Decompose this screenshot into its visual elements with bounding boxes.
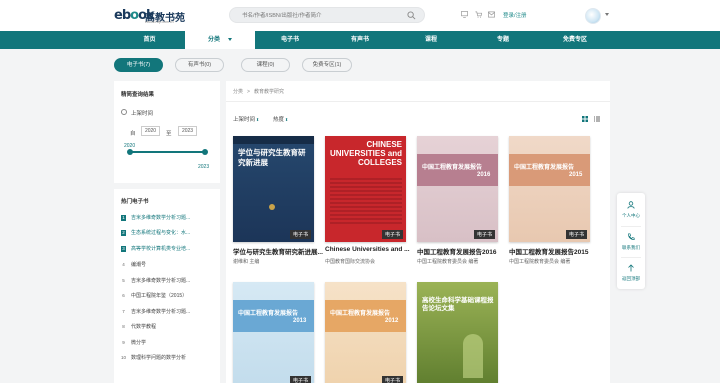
sort-by-time[interactable]: 上架时间⬍ <box>233 115 259 123</box>
book-author: 谢维和 主编 <box>233 259 260 265</box>
hot-item[interactable]: 5 吉米多维奇数学分析习题... <box>121 277 217 287</box>
book-cover[interactable]: 高校生命科学基础课程报告论坛文集 <box>417 282 498 383</box>
ebook-badge: 电子书 <box>473 230 495 239</box>
hot-title: 热门电子书 <box>121 199 149 205</box>
search-icon[interactable] <box>407 11 416 20</box>
nav-item-course[interactable]: 课程 <box>395 31 467 49</box>
hot-item[interactable]: 6 中国工程院年鉴（2015） <box>121 292 217 302</box>
chevron-down-icon <box>228 37 232 41</box>
book-title[interactable]: 中国工程教育发展报告2016 <box>417 246 513 256</box>
book-cover[interactable]: 中国工程教育发展报告 2013 电子书 <box>233 282 314 383</box>
book-cover[interactable]: 中国工程教育发展报告 2012 电子书 <box>325 282 406 383</box>
filter-panel: 精简查询结果 上架时间 自 2020 至 2023 2020 2023 <box>114 81 220 183</box>
ebook-badge: 电子书 <box>289 230 311 239</box>
cart-icon[interactable] <box>475 11 482 18</box>
to-label: 至 <box>166 131 172 137</box>
main-nav: 首页 分类 电子书 有声书 课程 专题 免费专区 <box>0 31 720 49</box>
monitor-icon[interactable] <box>461 11 468 18</box>
ebook-badge: 电子书 <box>565 230 587 239</box>
shelf-time-radio[interactable] <box>121 109 127 115</box>
floating-toolbar: 个人中心 联系我们 返回顶部 <box>617 193 645 289</box>
personal-center-button[interactable]: 个人中心 <box>617 195 645 225</box>
book-author: 中国工程院教育委员会 编著 <box>417 259 479 265</box>
breadcrumb: 分类 > 教育教学研究 <box>233 89 284 95</box>
hot-item[interactable]: 4 编潮号 <box>121 261 217 271</box>
search-input[interactable] <box>242 11 402 20</box>
shelf-time-label: 上架时间 <box>131 111 154 117</box>
nav-item-audiobook[interactable]: 有声书 <box>325 31 395 49</box>
from-year-input[interactable]: 2020 <box>141 126 160 136</box>
tab-audiobook[interactable]: 有声书(0) <box>175 58 224 72</box>
filter-title: 精简查询结果 <box>121 92 155 98</box>
site-logo[interactable]: ebook 高教书苑 ebook.hep.com.cn <box>114 6 188 26</box>
book-author: 中国教育国际交流协会 <box>325 259 376 265</box>
hot-item[interactable]: 9 微分学 <box>121 339 217 349</box>
grid-view-icon[interactable] <box>582 116 588 122</box>
book-author: 中国工程院教育委员会 编著 <box>509 259 571 265</box>
hot-item[interactable]: 8 代数学教程 <box>121 323 217 333</box>
hot-item[interactable]: 3 高等学校计算机类专业培... <box>121 245 217 255</box>
avatar[interactable] <box>585 8 601 24</box>
book-title[interactable]: 中国工程教育发展报告2015 <box>509 246 605 256</box>
book-cover[interactable]: 中国工程教育发展报告 2016 电子书 <box>417 136 498 242</box>
slider-max-label: 2023 <box>198 164 210 170</box>
phone-icon <box>628 233 635 240</box>
year-slider-max-handle[interactable] <box>202 149 208 155</box>
ebook-badge: 电子书 <box>381 376 403 383</box>
logo-url: ebook.hep.com.cn <box>145 20 174 24</box>
hot-item[interactable]: 7 吉米多维奇数学分析习题... <box>121 308 217 318</box>
breadcrumb-current: 教育教学研究 <box>253 89 284 95</box>
hot-ebooks-panel: 热门电子书 1 吉米多维奇数学分析习题... 2 生态系统过程与变化：水... 3高… <box>114 189 220 383</box>
user-icon <box>627 201 635 209</box>
arrow-up-icon <box>628 264 634 272</box>
nav-item-free[interactable]: 免费专区 <box>539 31 611 49</box>
tab-free[interactable]: 免费专区(1) <box>302 58 352 72</box>
nav-item-home[interactable]: 首页 <box>114 31 185 49</box>
year-slider-min-handle[interactable] <box>127 149 133 155</box>
search-bar <box>229 7 425 23</box>
book-title[interactable]: 学位与研究生教育研究新进展... <box>233 246 329 256</box>
from-label: 自 <box>130 131 136 137</box>
hot-item[interactable]: 10 数理科学问题的数学分析 <box>121 354 217 364</box>
hot-item[interactable]: 2 生态系统过程与变化：水... <box>121 229 217 239</box>
chevron-down-icon[interactable] <box>605 13 609 16</box>
year-slider-track[interactable] <box>130 151 205 153</box>
divider <box>226 101 610 102</box>
hot-item[interactable]: 1 吉米多维奇数学分析习题... <box>121 214 217 224</box>
tab-ebook[interactable]: 电子书(7) <box>114 58 163 72</box>
list-view-icon[interactable] <box>594 116 600 122</box>
book-cover[interactable]: 中国工程教育发展报告 2015 电子书 <box>509 136 590 242</box>
ebook-badge: 电子书 <box>381 230 403 239</box>
nav-item-topic[interactable]: 专题 <box>467 31 539 49</box>
breadcrumb-root[interactable]: 分类 <box>233 89 243 95</box>
nav-item-category[interactable]: 分类 <box>185 31 255 49</box>
book-title[interactable]: Chinese Universities and ... <box>325 246 421 253</box>
back-to-top-button[interactable]: 返回顶部 <box>617 258 645 288</box>
book-cover[interactable]: CHINESE UNIVERSITIES and COLLEGES 电子书 <box>325 136 406 242</box>
to-year-input[interactable]: 2023 <box>178 126 197 136</box>
ebook-badge: 电子书 <box>289 376 311 383</box>
message-icon[interactable] <box>488 11 495 18</box>
header: ebook 高教书苑 ebook.hep.com.cn 登录/注册 <box>0 0 720 31</box>
book-cover[interactable]: 学位与研究生教育研究新进展 电子书 <box>233 136 314 242</box>
sort-by-hot[interactable]: 热度⬍ <box>273 115 288 123</box>
contact-us-button[interactable]: 联系我们 <box>617 227 645 257</box>
login-link[interactable]: 登录/注册 <box>503 11 527 19</box>
nav-item-ebook[interactable]: 电子书 <box>255 31 325 49</box>
tab-course[interactable]: 课程(0) <box>241 58 290 72</box>
